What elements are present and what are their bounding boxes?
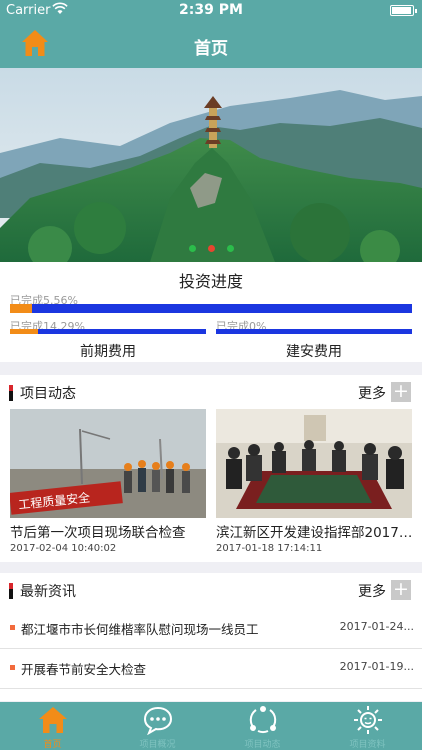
preliminary-cost-caption: 前期费用: [80, 344, 136, 360]
app-screen: Carrier 2:39 PM 首页 投资进度 已完成5.56% 已完成14.2…: [0, 0, 422, 750]
news-title[interactable]: 滨江新区开发建设指挥部2017年…: [216, 521, 416, 541]
tab-project-news[interactable]: 项目动态: [210, 702, 315, 750]
investment-title: 投资进度: [178, 272, 243, 291]
section-marker: [9, 385, 13, 401]
latest-info-header: 最新资讯 更多 +: [0, 573, 422, 607]
investment-progress-panel: 投资进度 已完成5.56% 已完成14.29% 前期费用 已完成0% 建安费用: [0, 262, 422, 362]
news-date: 2017-02-04 10:40:02: [10, 543, 117, 554]
project-news-title: 项目动态: [20, 386, 76, 402]
info-date: 2017-01-24...: [339, 620, 414, 633]
construction-cost-caption: 建安费用: [286, 344, 342, 360]
top-bar: Carrier 2:39 PM 首页: [0, 0, 422, 68]
bullet: [10, 665, 15, 670]
share-icon[interactable]: [247, 705, 279, 735]
overall-progress-fill: [10, 304, 33, 313]
tab-label: 首页: [43, 740, 62, 750]
pager-dot[interactable]: [188, 245, 196, 252]
tab-label: 项目概况: [139, 740, 176, 750]
project-news-more-link[interactable]: 更多: [358, 383, 386, 403]
sun-icon[interactable]: [352, 705, 384, 735]
list-item[interactable]: 都江堰市市长何维楷率队慰问现场一线员工 2017-01-24...: [0, 609, 422, 649]
preliminary-cost-progress-bar: [10, 329, 206, 334]
news-photo-construction-site[interactable]: 工程质量安全: [10, 409, 206, 518]
banner-pager[interactable]: [0, 237, 422, 256]
construction-cost-progress-bar: [216, 329, 412, 334]
plus-icon[interactable]: +: [391, 382, 411, 402]
chat-icon[interactable]: [142, 705, 174, 735]
status-bar: Carrier 2:39 PM: [0, 0, 422, 22]
tab-home[interactable]: 首页: [0, 702, 105, 750]
latest-info-title: 最新资讯: [20, 584, 76, 600]
project-news-section: 项目动态 更多 + 工程质量安全 节后第一次项目现场联合检查 2017-02-0…: [0, 375, 422, 562]
tab-label: 项目资料: [349, 740, 386, 750]
project-news-header: 项目动态 更多 +: [0, 375, 422, 409]
list-item[interactable]: 开展春节前安全大检查 2017-01-19...: [0, 649, 422, 689]
battery-icon: [390, 5, 417, 16]
info-date: 2017-01-19...: [339, 660, 414, 673]
latest-info-section: 最新资讯 更多 + 都江堰市市长何维楷率队慰问现场一线员工 2017-01-24…: [0, 573, 422, 701]
preliminary-cost-progress-fill: [10, 329, 38, 334]
info-title[interactable]: 开展春节前安全大检查: [21, 659, 146, 678]
section-marker: [9, 583, 13, 599]
home-icon[interactable]: [37, 705, 69, 735]
tab-bar: 首页 项目概况 项目动态 项目资料: [0, 702, 422, 750]
latest-info-more-link[interactable]: 更多: [358, 581, 386, 601]
tab-project-documents[interactable]: 项目资料: [315, 702, 420, 750]
clock: 2:39 PM: [179, 2, 243, 18]
news-title[interactable]: 节后第一次项目现场联合检查: [10, 521, 210, 541]
news-date: 2017-01-18 17:14:11: [216, 543, 323, 554]
info-title[interactable]: 都江堰市市长何维楷率队慰问现场一线员工: [21, 619, 259, 638]
pager-dot[interactable]: [226, 245, 234, 252]
pager-dot-active[interactable]: [207, 245, 215, 252]
tab-project-overview[interactable]: 项目概况: [105, 702, 210, 750]
banner-image[interactable]: [0, 68, 422, 262]
plus-icon[interactable]: +: [391, 580, 411, 600]
tab-label: 项目动态: [244, 740, 281, 750]
page-title: 首页: [194, 39, 228, 59]
bullet: [10, 625, 15, 630]
overall-progress-bar: [10, 304, 412, 313]
news-photo-meeting[interactable]: [216, 409, 412, 518]
